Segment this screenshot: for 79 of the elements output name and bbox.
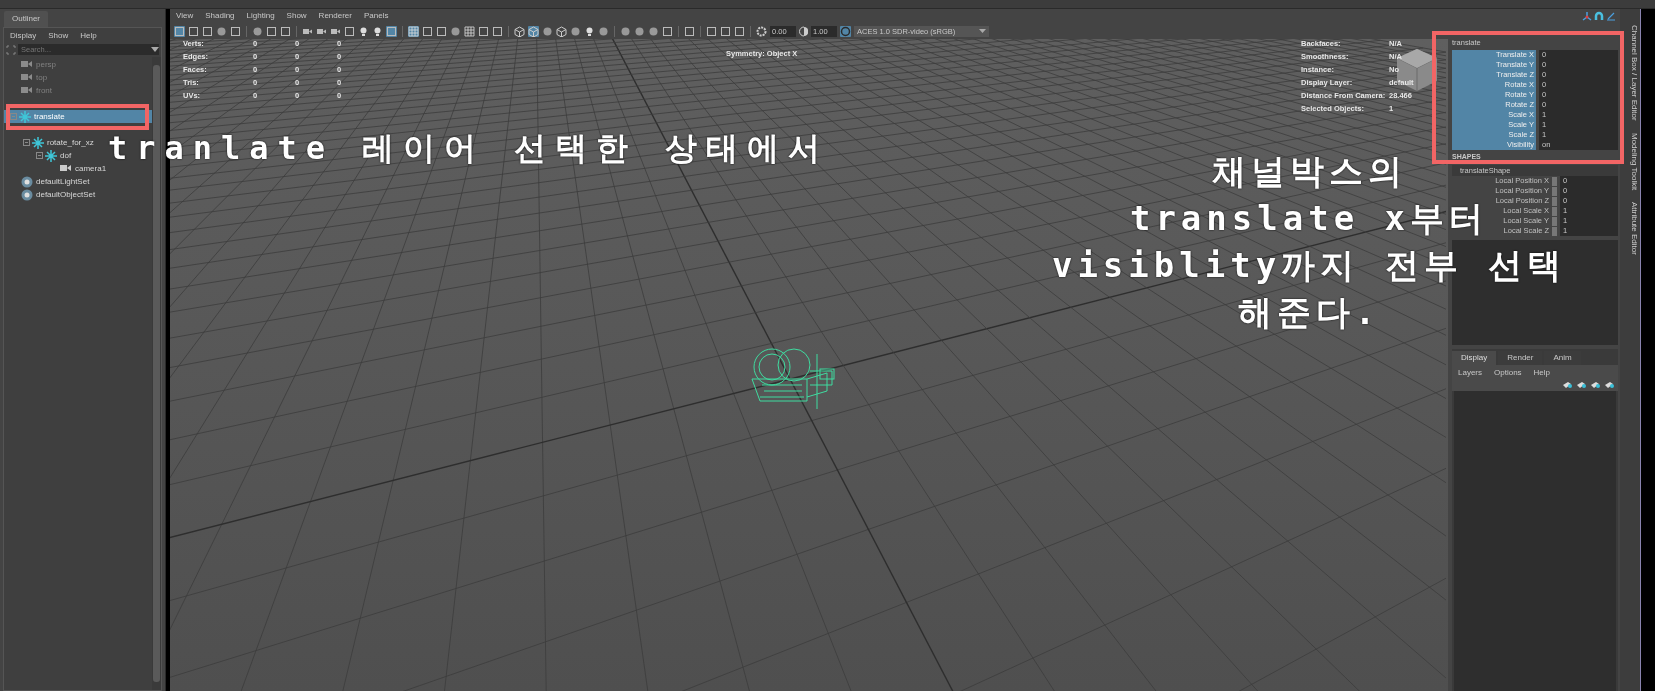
half-circle-icon <box>799 25 808 37</box>
menu-item[interactable]: Show <box>280 9 313 23</box>
menu-item[interactable]: Layers <box>1452 367 1488 379</box>
square-icon[interactable] <box>662 25 673 37</box>
circle-icon[interactable] <box>542 25 553 37</box>
panel-tab[interactable]: Outliner <box>4 11 48 27</box>
axis-icon <box>1582 11 1592 21</box>
circle-icon[interactable] <box>450 25 461 37</box>
menu-item[interactable]: Help <box>74 30 103 42</box>
outliner-item[interactable]: camera1 <box>4 162 152 175</box>
annotation-text: translate x부터 <box>1129 197 1489 240</box>
square-icon[interactable] <box>386 25 397 37</box>
selection-brackets-icon <box>6 44 16 55</box>
square-icon[interactable] <box>706 25 717 37</box>
square-icon[interactable] <box>436 25 447 37</box>
menu-item[interactable]: Renderer <box>312 9 358 23</box>
color-management-icon[interactable] <box>840 25 851 37</box>
circle-icon[interactable] <box>648 25 659 37</box>
menu-item[interactable]: Display <box>4 30 43 42</box>
square-icon[interactable] <box>492 25 503 37</box>
circle-icon[interactable] <box>634 25 645 37</box>
new-layer-icon[interactable] <box>1590 381 1600 389</box>
new-layer-icon[interactable] <box>1604 381 1614 389</box>
circle-icon[interactable] <box>620 25 631 37</box>
square-icon[interactable] <box>266 25 277 37</box>
square-icon[interactable] <box>720 25 731 37</box>
menu-item[interactable]: Lighting <box>240 9 281 23</box>
circle-icon[interactable] <box>252 25 263 37</box>
annotation-text: visiblity까지 전부 선택 <box>1051 244 1567 287</box>
collapse-icon[interactable] <box>23 139 30 146</box>
side-tab[interactable]: Attribute Editor <box>1620 197 1640 259</box>
bulb-icon[interactable] <box>584 25 595 37</box>
set-icon <box>21 175 33 188</box>
cube-icon[interactable] <box>528 25 539 37</box>
annotation-text: 해준다. <box>1237 291 1381 334</box>
grid-icon[interactable] <box>464 25 475 37</box>
dropdown-arrow-icon <box>151 46 159 53</box>
square-icon[interactable] <box>684 25 695 37</box>
arc-icon <box>1594 11 1604 21</box>
square-icon[interactable] <box>478 25 489 37</box>
outliner-item[interactable]: defaultObjectSet <box>4 188 152 201</box>
square-icon[interactable] <box>202 25 213 37</box>
bulb-icon[interactable] <box>358 25 369 37</box>
annotation-text: 채널박스의 <box>1211 150 1407 193</box>
circle-icon[interactable] <box>570 25 581 37</box>
dropdown-arrow-icon <box>979 28 986 34</box>
cube-icon[interactable] <box>514 25 525 37</box>
asterisk-icon <box>32 136 44 149</box>
square-icon[interactable] <box>422 25 433 37</box>
circle-icon[interactable] <box>598 25 609 37</box>
menu-item[interactable]: View <box>170 9 200 23</box>
side-tab[interactable]: Modeling Toolkit <box>1620 128 1640 194</box>
square-icon[interactable] <box>188 25 199 37</box>
asterisk-icon <box>45 149 57 162</box>
square-icon[interactable] <box>734 25 745 37</box>
square-icon[interactable] <box>280 25 291 37</box>
tab[interactable]: Display <box>1452 351 1497 365</box>
set-icon <box>21 188 33 201</box>
layer-icon[interactable] <box>1576 381 1586 389</box>
gear-icon <box>756 25 767 37</box>
menu-item[interactable]: Options <box>1488 367 1528 379</box>
cube-icon[interactable] <box>556 25 567 37</box>
menu-item[interactable]: Shading <box>199 9 241 23</box>
menu-item[interactable]: Show <box>42 30 75 42</box>
square-icon[interactable] <box>344 25 355 37</box>
layer-icon[interactable] <box>1562 381 1572 389</box>
menu-item[interactable]: Help <box>1527 367 1557 379</box>
square-icon[interactable] <box>174 25 185 37</box>
circle-icon[interactable] <box>216 25 227 37</box>
square-icon[interactable] <box>230 25 241 37</box>
edit-icon <box>1606 11 1616 21</box>
grid-icon[interactable] <box>408 25 419 37</box>
outliner-item[interactable]: defaultLightSet <box>4 175 152 188</box>
asterisk-icon <box>19 110 31 123</box>
side-tab[interactable]: Channel Box / Layer Editor <box>1620 21 1640 125</box>
bulb-icon[interactable] <box>372 25 383 37</box>
collapse-icon[interactable] <box>36 152 43 159</box>
menu-item[interactable]: Panels <box>357 9 395 23</box>
outliner-item[interactable]: translate <box>4 110 152 123</box>
